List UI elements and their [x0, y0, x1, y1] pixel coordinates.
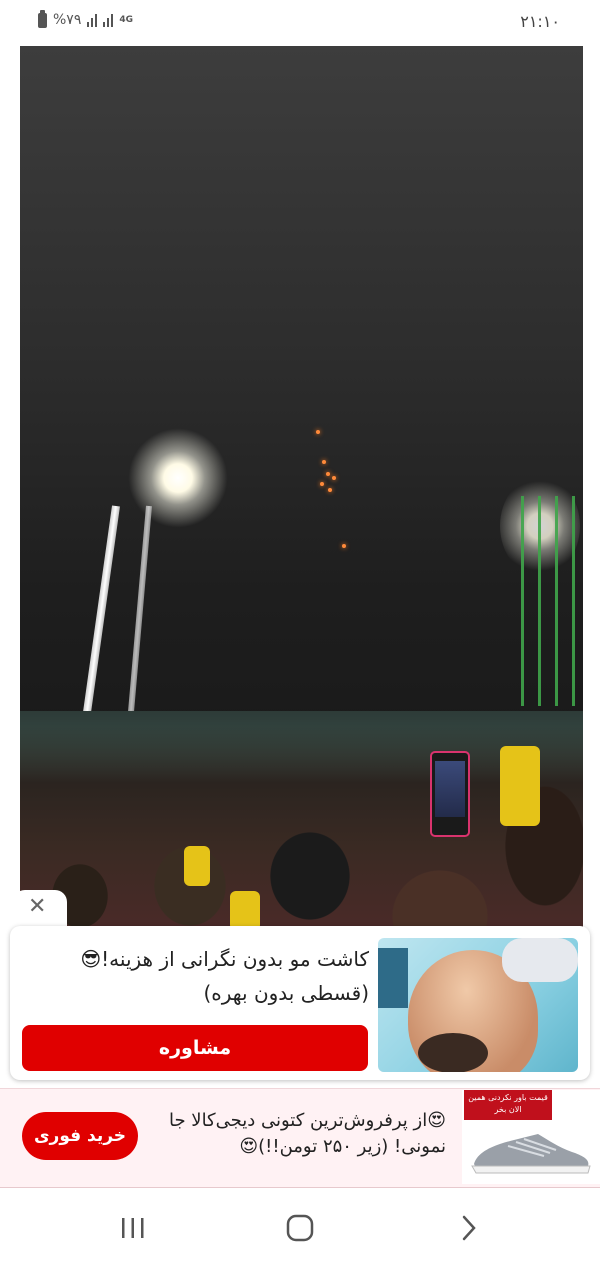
network-type: 4G — [119, 14, 133, 25]
banner-text[interactable]: 😍از پرفروش‌ترین کتونی دیجی‌کالا جا نمونی… — [146, 1108, 446, 1160]
phone-screen — [435, 761, 465, 817]
status-bar: %۷۹ 4G ۲۱:۱۰ — [0, 0, 600, 44]
consult-button[interactable]: مشاوره — [22, 1025, 368, 1071]
signal-icon-2 — [103, 13, 114, 27]
home-icon[interactable] — [277, 1206, 323, 1250]
recent-apps-icon[interactable] — [110, 1206, 156, 1250]
crowd — [20, 726, 583, 928]
yellow-jersey — [230, 891, 260, 928]
stadium-photo[interactable] — [20, 46, 583, 928]
buy-now-button[interactable]: خرید فوری — [22, 1112, 138, 1160]
close-icon[interactable]: ✕ — [28, 894, 46, 920]
sneaker-icon — [471, 1134, 591, 1174]
battery-icon — [38, 9, 47, 28]
green-fence — [507, 496, 583, 706]
price-tag: قیمت باور نکردنی همین الان بخر — [464, 1090, 552, 1120]
signal-icon — [87, 13, 98, 27]
shoe-image[interactable]: قیمت باور نکردنی همین الان بخر — [462, 1090, 600, 1184]
glove-graphic — [502, 938, 578, 982]
flare-dot — [332, 476, 336, 480]
yellow-jersey — [184, 846, 210, 886]
floodlight-glow — [128, 428, 228, 528]
flare-dot — [326, 472, 330, 476]
monitor-graphic — [378, 948, 408, 1008]
clock: ۲۱:۱۰ — [520, 12, 560, 31]
status-icons: %۷۹ 4G — [38, 9, 133, 28]
flare-dot — [342, 544, 346, 548]
ad-title[interactable]: کاشت مو بدون نگرانی از هزینه!😎 (قسطی بدو… — [24, 942, 369, 1010]
flare-dot — [320, 482, 324, 486]
ad-image[interactable] — [378, 938, 578, 1072]
raised-phone — [430, 751, 470, 837]
battery-level: %۷۹ — [53, 12, 82, 28]
flare-dot — [328, 488, 332, 492]
beard-graphic — [418, 1033, 488, 1072]
yellow-jersey — [500, 746, 540, 826]
flare-dot — [316, 430, 320, 434]
back-icon[interactable] — [446, 1206, 492, 1250]
flare-dot — [322, 460, 326, 464]
